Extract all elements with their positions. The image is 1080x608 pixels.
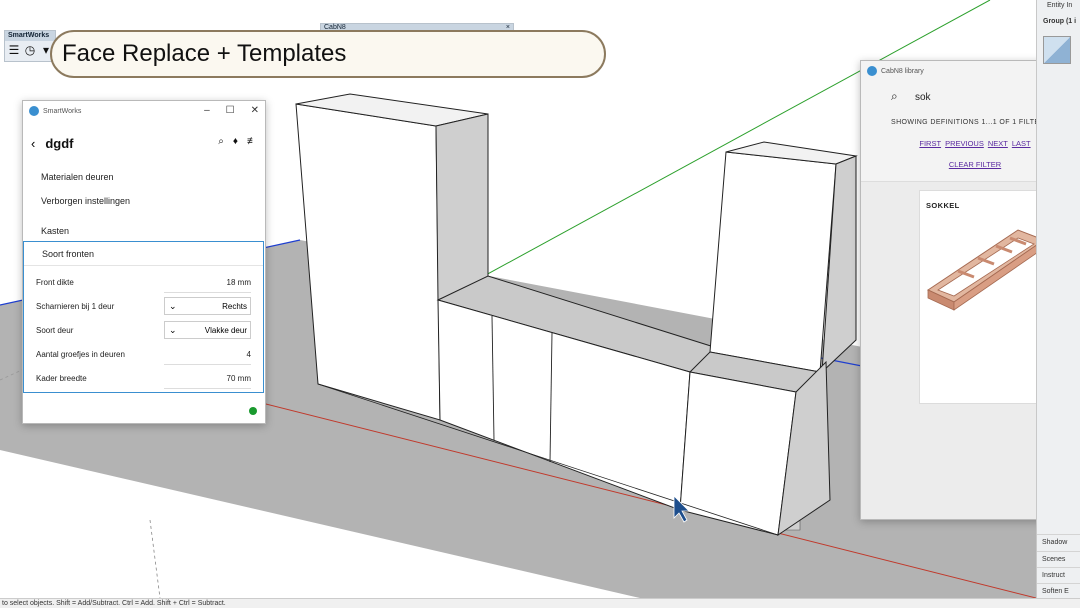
nav-item-kasten[interactable]: Kasten — [23, 219, 265, 243]
chevron-down-icon: ⌄ — [169, 301, 177, 311]
prop-scharnieren: Scharnieren bij 1 deur ⌄ Rechts — [24, 294, 263, 318]
section-title[interactable]: Soort fronten — [24, 242, 263, 266]
prop-label: Front dikte — [36, 278, 74, 287]
smartworks-header: ‹ dgdf ⌕ ♦ ≢ — [23, 121, 265, 165]
chevron-down-icon: ⌄ — [169, 325, 177, 335]
input-underline — [164, 388, 251, 389]
front-dikte-input[interactable]: 18 mm — [227, 278, 251, 287]
guide-line-2 — [149, 519, 161, 598]
soort-fronten-section: Soort fronten Front dikte 18 mm Scharnie… — [23, 241, 264, 393]
previous-page-link[interactable]: PREVIOUS — [945, 133, 984, 155]
prop-label: Scharnieren bij 1 deur — [36, 302, 115, 311]
maximize-icon[interactable]: ☐ — [226, 105, 235, 116]
back-arrow-icon[interactable]: ‹ — [31, 136, 35, 151]
nav-item-verborgen-instellingen[interactable]: Verborgen instellingen — [23, 189, 265, 213]
minimize-icon[interactable]: – — [204, 105, 210, 116]
last-page-link[interactable]: LAST — [1012, 133, 1031, 155]
cabn8-window-title: CabN8 library — [881, 67, 924, 75]
smartworks-panel[interactable]: SmartWorks – ☐ ✕ ‹ dgdf ⌕ ♦ ≢ Materialen… — [22, 100, 266, 424]
right-base-front — [679, 371, 797, 536]
smartworks-logo-icon — [29, 106, 39, 116]
smartworks-window-bar[interactable]: SmartWorks – ☐ ✕ — [23, 101, 265, 121]
video-title: Face Replace + Templates — [62, 40, 347, 67]
nav-item-materialen-deuren[interactable]: Materialen deuren — [23, 165, 265, 189]
entity-info-tray[interactable]: Entity In Group (1 i Shadow Scenes Instr… — [1036, 0, 1080, 598]
list-icon[interactable]: ☰ — [7, 43, 21, 57]
select-value: Rechts — [222, 302, 247, 311]
kader-breedte-input[interactable]: 70 mm — [227, 374, 251, 383]
plugin-icon[interactable]: ♦ — [233, 136, 238, 147]
right-tall-front — [709, 151, 837, 373]
status-indicator — [249, 407, 257, 415]
input-underline — [164, 292, 251, 293]
cabn8-logo-icon — [867, 66, 877, 76]
tall-cabinet-front — [295, 103, 441, 421]
clock-icon[interactable]: ◷ — [23, 43, 37, 57]
aantal-groefjes-input[interactable]: 4 — [247, 350, 251, 359]
tray-item-instructor[interactable]: Instruct — [1037, 567, 1080, 583]
smartworks-toolbar-title: SmartWorks — [5, 31, 55, 41]
prop-label: Kader breedte — [36, 374, 87, 383]
prop-soort-deur: Soort deur ⌄ Vlakke deur — [24, 318, 263, 342]
material-swatch[interactable] — [1043, 36, 1071, 64]
select-value: Vlakke deur — [204, 326, 247, 335]
tray-entity-info-title[interactable]: Entity In — [1047, 2, 1072, 9]
status-bar: to select objects. Shift = Add/Subtract.… — [0, 598, 1080, 608]
prop-front-dikte: Front dikte 18 mm — [24, 270, 263, 294]
tray-item-scenes[interactable]: Scenes — [1037, 551, 1080, 567]
smartworks-window-title: SmartWorks — [43, 107, 82, 115]
close-icon[interactable]: ✕ — [251, 105, 259, 116]
card-name: SOKKEL — [926, 201, 960, 210]
prop-aantal-groefjes: Aantal groefjes in deuren 4 — [24, 342, 263, 366]
tall-cabinet-side — [435, 113, 489, 301]
library-card-sokkel[interactable]: SOKKEL — [919, 190, 1047, 404]
search-icon[interactable]: ⌕ — [218, 136, 224, 147]
component-title: dgdf — [45, 135, 74, 151]
first-page-link[interactable]: FIRST — [919, 133, 941, 155]
tray-item-shadows[interactable]: Shadow — [1037, 534, 1080, 550]
tray-group-label: Group (1 i — [1043, 18, 1077, 25]
next-page-link[interactable]: NEXT — [988, 133, 1008, 155]
scharnieren-select[interactable]: ⌄ Rechts — [164, 297, 251, 315]
soort-deur-select[interactable]: ⌄ Vlakke deur — [164, 321, 251, 339]
sokkel-thumbnail — [926, 229, 1046, 311]
video-title-banner: Face Replace + Templates — [50, 30, 606, 78]
smartworks-toolbar[interactable]: SmartWorks ☰ ◷ ▾ — [4, 30, 56, 62]
prop-label: Soort deur — [36, 326, 74, 335]
prop-kader-breedte: Kader breedte 70 mm — [24, 366, 263, 390]
search-icon: ⌕ — [891, 89, 898, 103]
settings-sliders-icon[interactable]: ≢ — [247, 136, 257, 147]
search-input[interactable]: sok — [915, 92, 931, 103]
input-underline — [164, 364, 251, 365]
prop-label: Aantal groefjes in deuren — [36, 350, 125, 359]
tray-item-soften-edges[interactable]: Soften E — [1037, 583, 1080, 599]
